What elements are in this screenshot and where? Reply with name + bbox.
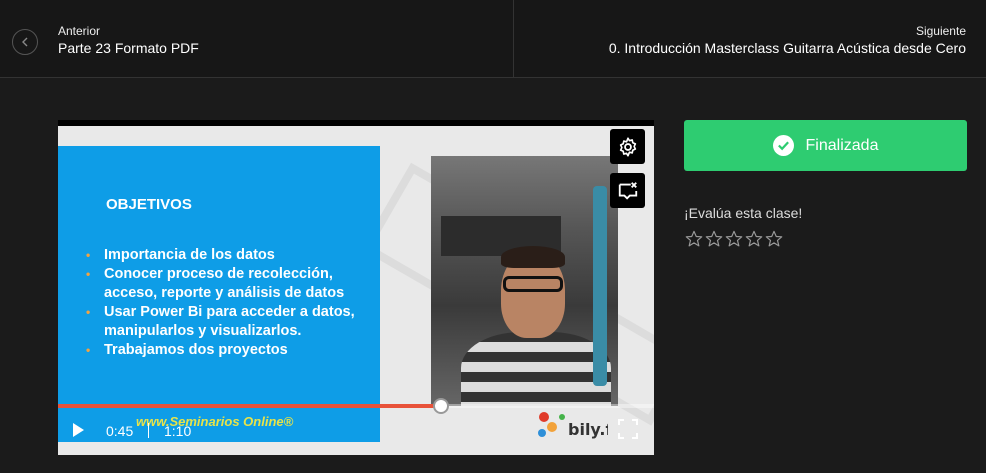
bily-logo-icon: bily.fob: [538, 412, 608, 439]
previous-lesson-link[interactable]: Anterior Parte 23 Formato PDF: [0, 0, 514, 78]
star-icon[interactable]: [744, 229, 764, 249]
fullscreen-icon[interactable]: [618, 419, 638, 439]
bullet-text: Importancia de los datos: [104, 247, 275, 263]
next-label: Siguiente: [915, 24, 966, 38]
lesson-completed-button[interactable]: Finalizada: [684, 120, 967, 171]
player-controls: 0:45 1:10 bily.fob: [58, 412, 654, 447]
decorative-coat-rack: [593, 186, 607, 386]
duration: 1:10: [164, 423, 192, 439]
bullet-text: Trabajamos dos proyectos: [104, 342, 288, 358]
play-icon[interactable]: [70, 422, 86, 438]
previous-label: Anterior: [58, 24, 101, 38]
rate-lesson-label: ¡Evalúa esta clase!: [684, 205, 803, 221]
previous-lesson-title[interactable]: Parte 23 Formato PDF: [58, 40, 199, 56]
presenter-glasses: [503, 276, 563, 292]
star-icon[interactable]: [684, 229, 704, 249]
progress-fill: [58, 404, 442, 408]
bullet-dot-icon: •: [86, 305, 91, 319]
time-separator: [148, 423, 149, 438]
slide-bullet: • Trabajamos dos proyectos: [86, 341, 376, 360]
video-player[interactable]: OBJETIVOS • Importancia de los datos • Con…: [58, 120, 654, 455]
slide-content-box: OBJETIVOS • Importancia de los datos • Con…: [58, 146, 380, 442]
bullet-text: Usar Power Bi para acceder a datos, mani…: [104, 304, 355, 339]
slide-bullet: • Importancia de los datos: [86, 246, 376, 265]
finish-label: Finalizada: [805, 136, 879, 154]
current-time: 0:45: [106, 423, 134, 439]
lesson-navigation-bar: Anterior Parte 23 Formato PDF Siguiente …: [0, 0, 986, 78]
slide-bullet: • Usar Power Bi para acceder a datos, man…: [86, 303, 376, 341]
star-rating[interactable]: [684, 229, 784, 249]
star-icon[interactable]: [764, 229, 784, 249]
star-icon[interactable]: [724, 229, 744, 249]
slide-bullet: • Conocer proceso de recolección, acceso,…: [86, 265, 376, 303]
bullet-text: Conocer proceso de recolección, acceso, …: [104, 266, 345, 301]
next-lesson-title[interactable]: 0. Introducción Masterclass Guitarra Acú…: [609, 40, 966, 56]
bullet-dot-icon: •: [86, 267, 91, 281]
check-circle-icon: [772, 135, 794, 156]
bullet-dot-icon: •: [86, 343, 91, 357]
presenter-webcam-image: [431, 156, 618, 406]
presenter-shirt: [461, 332, 611, 406]
slide-heading: OBJETIVOS: [106, 196, 192, 213]
logo-text: bily.fob: [568, 420, 608, 439]
star-icon[interactable]: [704, 229, 724, 249]
slide-bullet-list: • Importancia de los datos • Conocer proce…: [86, 246, 376, 360]
gear-icon: [619, 136, 636, 157]
bullet-dot-icon: •: [86, 248, 91, 262]
settings-button[interactable]: [610, 129, 645, 164]
report-issue-button[interactable]: [610, 173, 645, 208]
chevron-left-icon[interactable]: [12, 29, 38, 55]
presenter-hair: [501, 246, 565, 268]
message-close-icon: [618, 181, 637, 200]
